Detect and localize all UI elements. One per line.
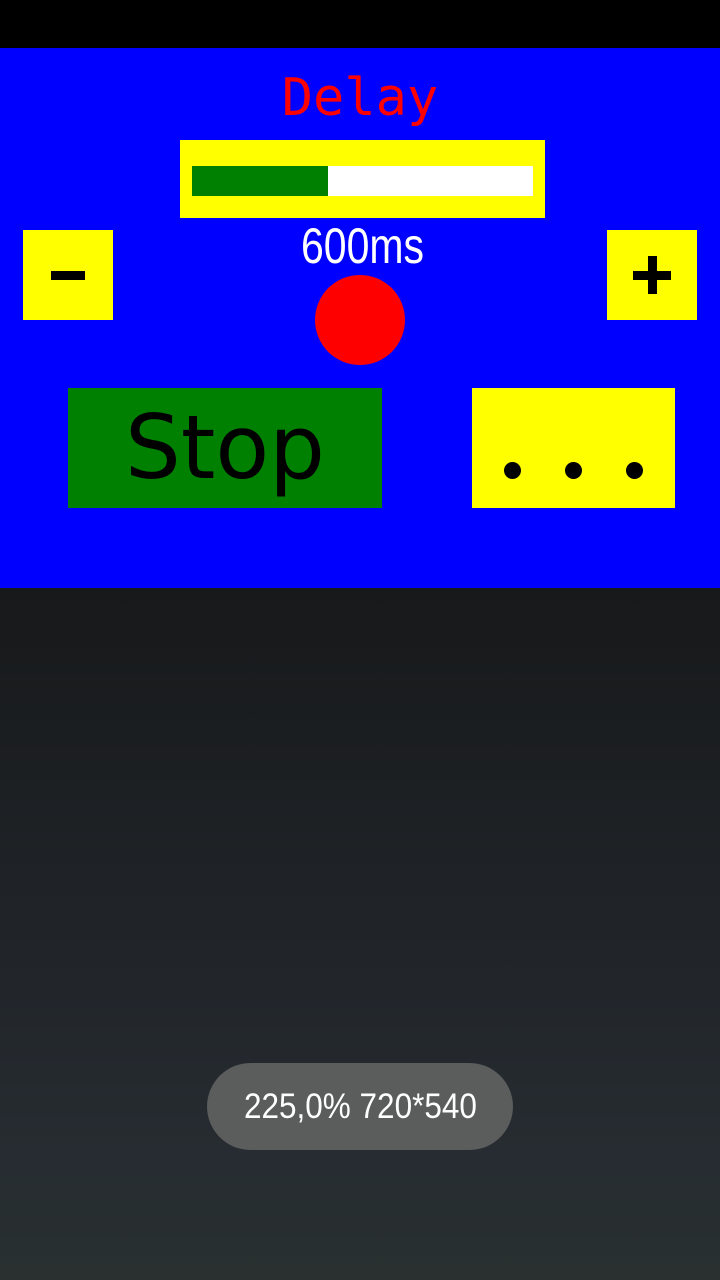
decrease-delay-button[interactable] bbox=[23, 230, 113, 320]
ellipsis-dot bbox=[626, 462, 643, 479]
stop-button[interactable]: Stop bbox=[68, 388, 382, 508]
progress-bar-fill bbox=[192, 166, 329, 196]
progress-bar-track[interactable] bbox=[192, 166, 533, 196]
stop-button-label: Stop bbox=[124, 396, 326, 499]
more-options-button[interactable] bbox=[472, 388, 675, 508]
desktop-backdrop bbox=[0, 588, 720, 1280]
screen-root: Delay 600ms Stop 225,0% 720*540 bbox=[0, 0, 720, 1280]
app-surface: Delay 600ms Stop bbox=[0, 48, 720, 588]
ellipsis-dot bbox=[565, 462, 582, 479]
ellipsis-dot bbox=[504, 462, 521, 479]
scale-toast: 225,0% 720*540 bbox=[207, 1063, 513, 1150]
page-title: Delay bbox=[281, 68, 439, 128]
progress-bar-frame bbox=[180, 140, 545, 218]
circle-indicator-icon bbox=[315, 275, 405, 365]
delay-value-label: 600ms bbox=[300, 218, 425, 274]
scale-toast-label: 225,0% 720*540 bbox=[243, 1086, 477, 1126]
ellipsis-icon bbox=[472, 462, 675, 479]
plus-icon-vertical-stroke bbox=[648, 256, 657, 294]
status-bar bbox=[0, 0, 720, 48]
minus-icon bbox=[51, 271, 85, 280]
increase-delay-button[interactable] bbox=[607, 230, 697, 320]
